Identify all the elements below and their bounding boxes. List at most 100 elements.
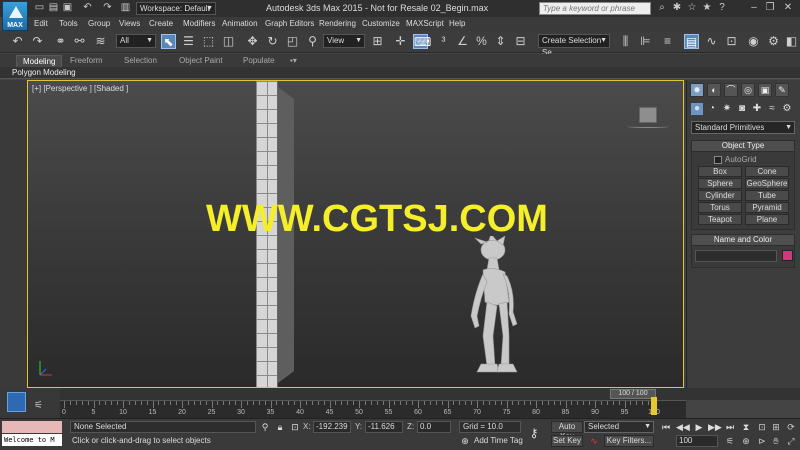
- keyboard-shortcut-override-icon[interactable]: ⌨: [413, 34, 431, 49]
- create-tab-icon[interactable]: ✸: [690, 83, 704, 97]
- object-color-swatch[interactable]: [782, 250, 793, 261]
- ribbon-toggle-icon[interactable]: ▤: [684, 34, 699, 49]
- space-warps-icon[interactable]: ≈: [766, 103, 778, 115]
- render-setup-icon[interactable]: ⚙: [766, 34, 781, 49]
- menu-help[interactable]: Help: [449, 18, 465, 30]
- tab-modeling[interactable]: Modeling: [16, 55, 63, 67]
- key-mode-toggle-icon[interactable]: ⧗: [740, 421, 752, 433]
- subscription-icon[interactable]: ✱: [671, 2, 683, 14]
- object-type-rollout-header[interactable]: Object Type: [691, 140, 795, 152]
- search-input[interactable]: [539, 2, 651, 15]
- angle-snap-icon[interactable]: ∠: [455, 34, 470, 49]
- tab-object-paint[interactable]: Object Paint: [179, 55, 223, 66]
- geometry-icon[interactable]: ●: [691, 103, 703, 115]
- redo-icon[interactable]: ↷: [102, 3, 113, 13]
- select-and-move-icon[interactable]: ✥: [245, 34, 260, 49]
- help-icon[interactable]: ?: [716, 2, 728, 14]
- cameras-icon[interactable]: ◙: [736, 103, 748, 115]
- percent-snap-icon[interactable]: %: [474, 34, 489, 49]
- select-object-icon[interactable]: ⬉: [161, 34, 176, 49]
- snaps-toggle-icon[interactable]: ³: [436, 34, 451, 49]
- tube-button[interactable]: Tube: [745, 190, 789, 201]
- zoom-icon[interactable]: ⊕: [740, 435, 752, 447]
- trackbar[interactable]: 0510152025303540455055606570758085909510…: [60, 397, 686, 418]
- menu-graph-editors[interactable]: Graph Editors: [265, 18, 314, 30]
- y-coordinate-input[interactable]: -11.626: [365, 421, 403, 433]
- add-time-tag-button[interactable]: Add Time Tag: [474, 436, 523, 445]
- maxscript-mini-listener[interactable]: [2, 421, 62, 433]
- x-coordinate-input[interactable]: -192.239: [313, 421, 351, 433]
- search-icon[interactable]: ⌕: [656, 2, 668, 14]
- menu-animation[interactable]: Animation: [222, 18, 258, 30]
- bind-space-warp-icon[interactable]: ≋: [93, 34, 108, 49]
- tab-selection[interactable]: Selection: [124, 55, 157, 66]
- communication-icon[interactable]: ☆: [686, 2, 698, 14]
- isolate-selection-icon[interactable]: ⚲: [259, 421, 271, 433]
- hierarchy-tab-icon[interactable]: ⌒: [724, 83, 738, 97]
- pan-icon[interactable]: ✋︎: [770, 435, 782, 447]
- zoom-extents-icon[interactable]: ⊡: [756, 421, 768, 433]
- maximize-viewport-icon[interactable]: ⤢: [785, 435, 797, 447]
- current-frame-input[interactable]: 100: [676, 435, 718, 447]
- motion-tab-icon[interactable]: ◎: [741, 83, 755, 97]
- default-in-out-tangents-icon[interactable]: ∿: [588, 435, 600, 447]
- shapes-icon[interactable]: ◔: [706, 103, 718, 115]
- tab-populate[interactable]: Populate: [243, 55, 275, 66]
- menu-rendering[interactable]: Rendering: [319, 18, 356, 30]
- set-key-icon[interactable]: ⚷: [528, 427, 540, 439]
- utilities-tab-icon[interactable]: ✎: [775, 83, 789, 97]
- perspective-viewport[interactable]: [+] [Perspective ] [Shaded ] WWW.CGTSJ.C…: [27, 80, 684, 388]
- redo-icon[interactable]: ↷: [30, 34, 45, 49]
- tab-freeform[interactable]: Freeform: [70, 55, 102, 66]
- viewcube-icon[interactable]: [639, 107, 657, 123]
- named-selection-dropdown[interactable]: Create Selection Se ▼: [538, 34, 610, 57]
- ribbon-panel-label[interactable]: Polygon Modeling: [12, 67, 76, 79]
- previous-frame-icon[interactable]: ◀◀: [676, 421, 690, 433]
- close-icon[interactable]: ✕: [782, 2, 794, 14]
- selection-lock-icon[interactable]: 🔒︎: [274, 421, 286, 433]
- sphere-button[interactable]: Sphere: [698, 178, 742, 189]
- select-and-rotate-icon[interactable]: ↻: [265, 34, 280, 49]
- time-configuration-icon[interactable]: ⚟: [724, 435, 736, 447]
- plane-button[interactable]: Plane: [745, 214, 789, 225]
- menu-customize[interactable]: Customize: [362, 18, 400, 30]
- select-and-place-icon[interactable]: ⚲: [305, 34, 320, 49]
- select-manipulate-icon[interactable]: ✛: [393, 34, 408, 49]
- next-frame-icon[interactable]: ▶▶: [708, 421, 722, 433]
- window-crossing-icon[interactable]: ◫: [221, 34, 236, 49]
- modify-tab-icon[interactable]: ◐: [707, 83, 721, 97]
- time-slider-track[interactable]: 100 / 100: [0, 388, 800, 400]
- lights-icon[interactable]: ✷: [721, 103, 733, 115]
- z-coordinate-input[interactable]: 0.0: [417, 421, 451, 433]
- project-folder-icon[interactable]: ▥: [120, 3, 131, 13]
- layer-manager-icon[interactable]: ≡: [660, 34, 675, 49]
- selection-filter-dropdown[interactable]: All ▼: [116, 34, 156, 48]
- systems-icon[interactable]: ⚙: [781, 103, 793, 115]
- time-tag-icon[interactable]: ⊕: [459, 435, 471, 447]
- minimize-icon[interactable]: –: [748, 2, 760, 14]
- zoom-all-icon[interactable]: ⊞: [770, 421, 782, 433]
- field-of-view-icon[interactable]: ⊳: [756, 435, 768, 447]
- ribbon-options-icon[interactable]: ▪▾: [290, 55, 297, 66]
- edit-named-selections-icon[interactable]: ⊟: [513, 34, 528, 49]
- orbit-icon[interactable]: ⟳: [785, 421, 797, 433]
- name-color-rollout-header[interactable]: Name and Color: [691, 234, 795, 246]
- time-configuration-icon[interactable]: ⚟: [34, 400, 43, 411]
- cylinder-button[interactable]: Cylinder: [698, 190, 742, 201]
- menu-maxscript[interactable]: MAXScript: [406, 18, 444, 30]
- play-icon[interactable]: ▶: [693, 421, 705, 433]
- box-button[interactable]: Box: [698, 166, 742, 177]
- new-file-icon[interactable]: ▭: [34, 3, 45, 13]
- rectangular-selection-icon[interactable]: ⬚: [201, 34, 216, 49]
- curve-editor-toggle-icon[interactable]: [7, 392, 26, 412]
- torus-button[interactable]: Torus: [698, 202, 742, 213]
- viewport-label[interactable]: [+] [Perspective ] [Shaded ]: [32, 84, 128, 93]
- mirror-icon[interactable]: ⫼: [618, 34, 633, 49]
- primitive-category-dropdown[interactable]: Standard Primitives ▼: [691, 121, 795, 134]
- teapot-button[interactable]: Teapot: [698, 214, 742, 225]
- unlink-icon[interactable]: ⚯: [72, 34, 87, 49]
- favorites-icon[interactable]: ★: [701, 2, 713, 14]
- menu-group[interactable]: Group: [88, 18, 110, 30]
- reference-coordinate-dropdown[interactable]: View ▼: [323, 34, 365, 48]
- pivot-center-icon[interactable]: ⊞: [370, 34, 385, 49]
